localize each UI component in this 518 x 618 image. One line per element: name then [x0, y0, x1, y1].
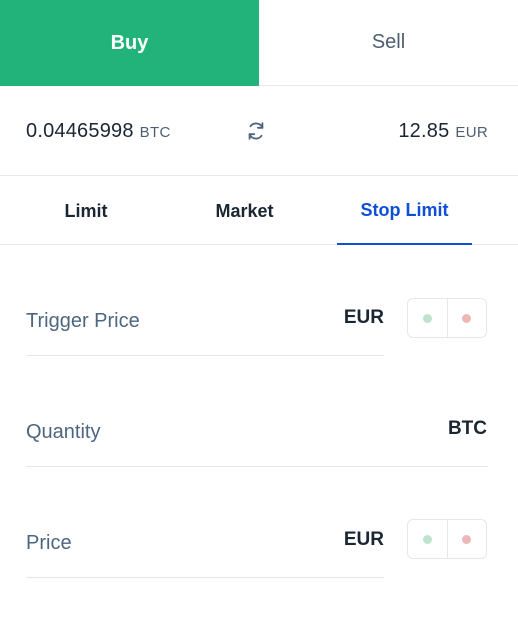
fiat-balance-currency: EUR	[455, 124, 488, 141]
trade-panel: Buy Sell 0.04465998 BTC 12.85 EUR Limit …	[0, 0, 518, 618]
side-toggle: Buy Sell	[0, 0, 518, 86]
price-input[interactable]	[26, 577, 384, 578]
quantity-label: Quantity	[26, 421, 101, 443]
fiat-balance: 12.85 EUR	[398, 120, 488, 143]
trigger-price-unit: EUR	[343, 307, 384, 328]
price-increase-button[interactable]	[408, 520, 447, 558]
order-type-tabs: Limit Market Stop Limit	[0, 177, 518, 245]
fiat-balance-value: 12.85	[398, 120, 450, 142]
decrease-dot-icon	[462, 534, 472, 544]
price-stepper[interactable]	[407, 519, 487, 559]
trigger-price-stepper[interactable]	[407, 298, 487, 338]
crypto-balance-value: 0.04465998	[26, 120, 134, 142]
quantity-unit: BTC	[447, 418, 487, 439]
trigger-price-input[interactable]	[26, 355, 384, 356]
quantity-input[interactable]	[26, 466, 488, 467]
trigger-price-decrease-button[interactable]	[446, 299, 487, 337]
price-label: Price	[26, 532, 72, 554]
decrease-dot-icon	[462, 313, 472, 323]
increase-dot-icon	[422, 313, 432, 323]
trigger-price-label: Trigger Price	[26, 310, 140, 332]
trigger-price-increase-button[interactable]	[408, 299, 447, 337]
buy-tab[interactable]: Buy	[0, 0, 259, 86]
price-unit: EUR	[343, 529, 384, 550]
refresh-icon[interactable]	[245, 120, 267, 142]
crypto-balance-currency: BTC	[139, 124, 171, 141]
price-decrease-button[interactable]	[446, 520, 487, 558]
tab-stop-limit[interactable]: Stop Limit	[337, 177, 472, 245]
increase-dot-icon	[422, 534, 432, 544]
tab-limit[interactable]: Limit	[0, 177, 172, 245]
crypto-balance: 0.04465998 BTC	[26, 120, 171, 143]
sell-tab[interactable]: Sell	[259, 0, 518, 86]
tab-market[interactable]: Market	[172, 177, 317, 245]
